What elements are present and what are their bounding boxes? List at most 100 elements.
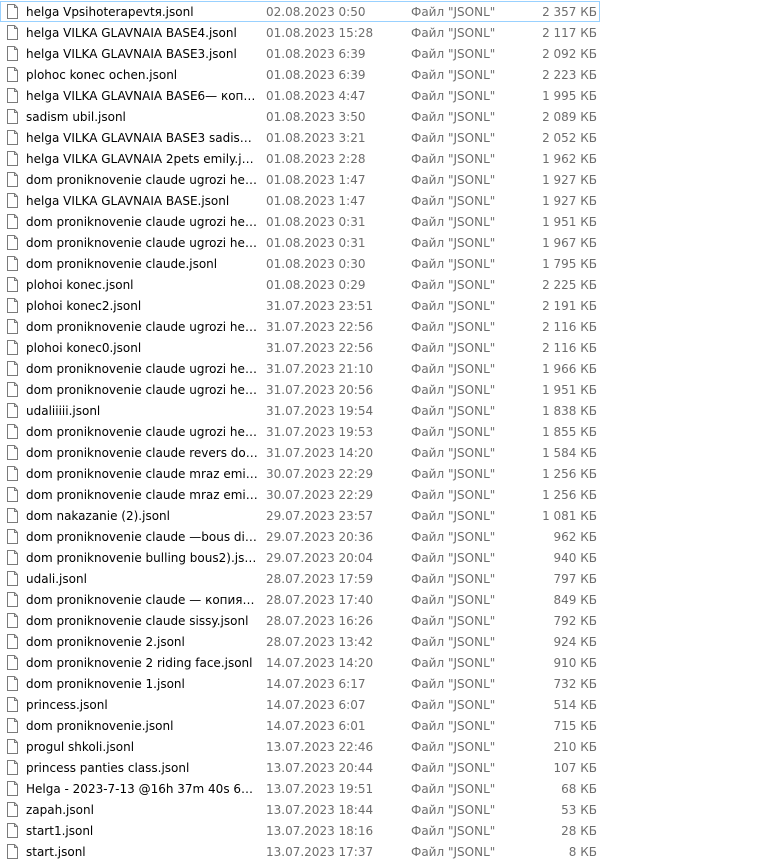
file-type: Файл "JSONL": [411, 530, 496, 544]
file-row[interactable]: dom proniknovenie claude ugrozi helgi (.…: [0, 169, 600, 190]
file-row[interactable]: dom proniknovenie claude ugrozi helgi (.…: [0, 316, 600, 337]
file-date-modified: 01.08.2023 0:31: [266, 236, 366, 250]
file-name: dom proniknovenie claude ugrozi helgi ..…: [26, 215, 258, 229]
file-row[interactable]: dom proniknovenie claude sissy.jsonl 28.…: [0, 610, 600, 631]
file-row[interactable]: dom proniknovenie claude — копия.jsonl 2…: [0, 589, 600, 610]
file-row[interactable]: helga VILKA GLAVNAIA BASE.jsonl 01.08.20…: [0, 190, 600, 211]
file-type: Файл "JSONL": [411, 173, 496, 187]
file-type: Файл "JSONL": [411, 446, 496, 460]
file-row[interactable]: dom proniknovenie 2.jsonl 28.07.2023 13:…: [0, 631, 600, 652]
file-type: Файл "JSONL": [411, 677, 496, 691]
file-size: 1 966 КБ: [542, 362, 597, 376]
file-date-modified: 29.07.2023 20:36: [266, 530, 374, 544]
file-date-modified: 28.07.2023 17:40: [266, 593, 374, 607]
file-size: 2 052 КБ: [542, 131, 597, 145]
file-name: dom proniknovenie claude ugrozi helgi (.…: [26, 425, 258, 439]
file-name: sadism ubil.jsonl: [26, 110, 126, 124]
file-type: Файл "JSONL": [411, 761, 496, 775]
file-name: dom proniknovenie claude ugrozi helgi (.…: [26, 383, 258, 397]
file-icon: [7, 298, 18, 313]
file-row[interactable]: dom proniknovenie 2 riding face.jsonl 14…: [0, 652, 600, 673]
file-row[interactable]: helga VILKA GLAVNAIA BASE4.jsonl 01.08.2…: [0, 22, 600, 43]
file-size: 962 КБ: [553, 530, 597, 544]
file-name: dom proniknovenie claude mraz emily fr..…: [26, 467, 258, 481]
file-name: princess.jsonl: [26, 698, 108, 712]
file-row[interactable]: dom proniknovenie claude ugrozi helgi (.…: [0, 358, 600, 379]
file-icon: [7, 88, 18, 103]
file-icon: [7, 235, 18, 250]
file-row[interactable]: start.jsonl 13.07.2023 17:37 Файл "JSONL…: [0, 841, 600, 862]
file-type: Файл "JSONL": [411, 299, 496, 313]
file-name: dom proniknovenie 1.jsonl: [26, 677, 185, 691]
file-row[interactable]: dom proniknovenie claude ugrozi helgi ..…: [0, 211, 600, 232]
file-size: 1 927 КБ: [542, 173, 597, 187]
file-row[interactable]: dom proniknovenie bulling bous2).jsonl 2…: [0, 547, 600, 568]
file-row[interactable]: sadism ubil.jsonl 01.08.2023 3:50 Файл "…: [0, 106, 600, 127]
file-name: dom proniknovenie claude mraz emily fr..…: [26, 488, 258, 502]
file-date-modified: 01.08.2023 6:39: [266, 47, 366, 61]
file-row[interactable]: dom proniknovenie claude ugrozi helgi (.…: [0, 232, 600, 253]
file-date-modified: 14.07.2023 14:20: [266, 656, 374, 670]
file-size: 1 967 КБ: [542, 236, 597, 250]
file-date-modified: 13.07.2023 19:51: [266, 782, 374, 796]
file-icon: [7, 739, 18, 754]
file-row[interactable]: princess panties class.jsonl 13.07.2023 …: [0, 757, 600, 778]
file-name: helga VILKA GLAVNAIA BASE4.jsonl: [26, 26, 237, 40]
file-row[interactable]: dom proniknovenie claude ugrozi helgi (.…: [0, 379, 600, 400]
file-row[interactable]: dom proniknovenie claude ugrozi helgi (.…: [0, 421, 600, 442]
file-row[interactable]: dom proniknovenie.jsonl 14.07.2023 6:01 …: [0, 715, 600, 736]
file-date-modified: 14.07.2023 6:17: [266, 677, 366, 691]
file-row[interactable]: helga VILKA GLAVNAIA BASE3.jsonl 01.08.2…: [0, 43, 600, 64]
file-icon: [7, 4, 18, 19]
file-row[interactable]: plohoi konec2.jsonl 31.07.2023 23:51 Фай…: [0, 295, 600, 316]
file-icon: [7, 655, 18, 670]
file-type: Файл "JSONL": [411, 278, 496, 292]
file-icon: [7, 361, 18, 376]
file-type: Файл "JSONL": [411, 803, 496, 817]
file-row[interactable]: udaliiiii.jsonl 31.07.2023 19:54 Файл "J…: [0, 400, 600, 421]
file-type: Файл "JSONL": [411, 68, 496, 82]
file-row[interactable]: helga VILKA GLAVNAIA BASE6— копия.js... …: [0, 85, 600, 106]
file-name: dom proniknovenie claude —bous discip...: [26, 530, 258, 544]
file-row[interactable]: Helga - 2023-7-13 @16h 37m 40s 682ms.j..…: [0, 778, 600, 799]
file-row[interactable]: udali.jsonl 28.07.2023 17:59 Файл "JSONL…: [0, 568, 600, 589]
file-type: Файл "JSONL": [411, 236, 496, 250]
file-row[interactable]: helga VILKA GLAVNAIA 2pets emily.jsonl 0…: [0, 148, 600, 169]
file-row[interactable]: dom proniknovenie claude revers dom.js..…: [0, 442, 600, 463]
file-row[interactable]: dom proniknovenie claude mraz emily fr..…: [0, 484, 600, 505]
file-icon: [7, 193, 18, 208]
file-row[interactable]: plohoi konec.jsonl 01.08.2023 0:29 Файл …: [0, 274, 600, 295]
file-date-modified: 01.08.2023 1:47: [266, 194, 366, 208]
file-size: 1 256 КБ: [542, 467, 597, 481]
file-date-modified: 01.08.2023 6:39: [266, 68, 366, 82]
file-date-modified: 14.07.2023 6:07: [266, 698, 366, 712]
file-size: 210 КБ: [553, 740, 597, 754]
file-row[interactable]: start1.jsonl 13.07.2023 18:16 Файл "JSON…: [0, 820, 600, 841]
file-name: Helga - 2023-7-13 @16h 37m 40s 682ms.j..…: [26, 782, 258, 796]
file-row[interactable]: dom proniknovenie claude —bous discip...…: [0, 526, 600, 547]
file-type: Файл "JSONL": [411, 488, 496, 502]
file-name: dom proniknovenie 2 riding face.jsonl: [26, 656, 253, 670]
file-icon: [7, 844, 18, 859]
file-row[interactable]: dom proniknovenie claude.jsonl 01.08.202…: [0, 253, 600, 274]
file-icon: [7, 382, 18, 397]
file-type: Файл "JSONL": [411, 614, 496, 628]
file-type: Файл "JSONL": [411, 572, 496, 586]
file-type: Файл "JSONL": [411, 341, 496, 355]
file-icon: [7, 697, 18, 712]
file-row[interactable]: zapah.jsonl 13.07.2023 18:44 Файл "JSONL…: [0, 799, 600, 820]
file-icon: [7, 214, 18, 229]
file-size: 924 КБ: [553, 635, 597, 649]
file-row[interactable]: progul shkoli.jsonl 13.07.2023 22:46 Фай…: [0, 736, 600, 757]
file-row[interactable]: princess.jsonl 14.07.2023 6:07 Файл "JSO…: [0, 694, 600, 715]
file-name: plohoc konec ochen.jsonl: [26, 68, 178, 82]
file-row[interactable]: plohoc konec ochen.jsonl 01.08.2023 6:39…: [0, 64, 600, 85]
file-row[interactable]: plohoi konec0.jsonl 31.07.2023 22:56 Фай…: [0, 337, 600, 358]
file-date-modified: 14.07.2023 6:01: [266, 719, 366, 733]
file-row[interactable]: helga Vpsihoterapevtя.jsonl 02.08.2023 0…: [0, 1, 600, 22]
file-row[interactable]: dom proniknovenie claude mraz emily fr..…: [0, 463, 600, 484]
file-type: Файл "JSONL": [411, 740, 496, 754]
file-row[interactable]: dom nakazanie (2).jsonl 29.07.2023 23:57…: [0, 505, 600, 526]
file-row[interactable]: helga VILKA GLAVNAIA BASE3 sadism.jsonl …: [0, 127, 600, 148]
file-row[interactable]: dom proniknovenie 1.jsonl 14.07.2023 6:1…: [0, 673, 600, 694]
